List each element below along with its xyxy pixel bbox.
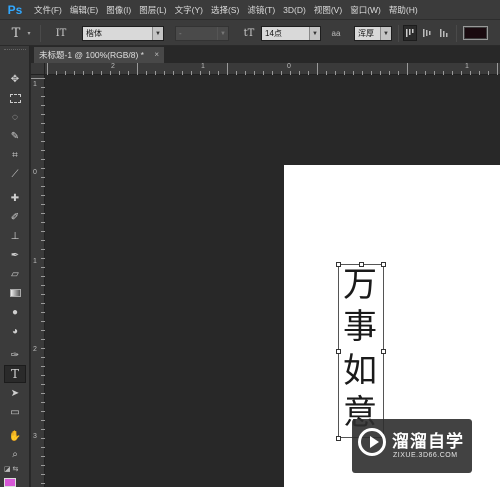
menu-bar: Ps 文件(F) 编辑(E) 图像(I) 图层(L) 文字(Y) 选择(S) 滤… [0,0,500,19]
menu-window[interactable]: 窗口(W) [346,0,385,19]
type-icon[interactable]: T [4,365,26,383]
transform-handle[interactable] [336,349,341,354]
divider [40,25,41,42]
default-colors-icon[interactable]: ◪ ⇆ [4,465,18,473]
horizontal-ruler[interactable]: 2 1 0 1 [45,63,500,75]
document-tab-bar: 未标题-1 @ 100%(RGB/8) * × [31,46,500,63]
toolbox-grip[interactable] [4,49,26,52]
align-center-icon [423,29,431,37]
chevron-down-icon: ▼ [309,27,320,40]
blur-icon[interactable]: ● [4,303,26,321]
chevron-down-icon: ▼ [380,27,391,40]
ruler-origin[interactable] [31,63,45,75]
path-select-icon[interactable]: ➤ [4,384,26,402]
align-bottom-button[interactable] [437,25,451,41]
shape-icon[interactable]: ▭ [4,403,26,421]
font-size-value: 14点 [265,29,282,38]
brush-icon[interactable]: ✐ [4,208,26,226]
antialias-select[interactable]: 浑厚 ▼ [354,26,392,41]
play-logo-icon [358,428,386,456]
menu-3d[interactable]: 3D(D) [279,0,310,19]
ruler-label: 1 [201,63,205,70]
menu-select[interactable]: 选择(S) [207,0,243,19]
align-bottom-icon [440,29,448,37]
ruler-label: 0 [33,169,37,176]
menu-type[interactable]: 文字(Y) [171,0,207,19]
chevron-down-icon: ▼ [152,27,163,40]
history-brush-icon[interactable]: ✒ [4,246,26,264]
ruler-label: 0 [287,63,291,70]
menu-filter[interactable]: 滤镜(T) [243,0,279,19]
text-orientation-icon[interactable]: IT [52,25,70,41]
ruler-label: 3 [33,433,37,440]
marquee-icon[interactable] [4,89,26,107]
zoom-icon[interactable]: ⌕ [4,445,26,463]
toolbox: ✥ ◌ ✎ ⌗ ⟋ ✚ ✐ ⊥ ✒ ▱ ● ◕ ✑ T ➤ ▭ ✋ ⌕ ◪ ⇆ [0,46,30,487]
menu-image[interactable]: 图像(I) [102,0,135,19]
vertical-ruler-ticks [31,78,45,484]
eyedropper-icon[interactable]: ⟋ [4,165,26,183]
align-top-button[interactable] [403,25,417,41]
align-top-icon [406,29,414,37]
font-style-select[interactable]: - ▼ [175,26,229,41]
ruler-label: 1 [33,258,37,265]
type-tool-preset-icon[interactable]: T [8,25,24,41]
ruler-label: 1 [33,81,37,88]
transform-handle[interactable] [336,436,341,441]
canvas-text-char: 万 [343,265,377,305]
font-style-value: - [179,29,182,38]
preset-chevron-down-icon[interactable]: ▾ [25,28,33,38]
ruler-label: 2 [111,63,115,70]
transform-handle[interactable] [381,262,386,267]
menu-file[interactable]: 文件(F) [30,0,66,19]
font-size-icon: tT [243,27,255,39]
gradient-icon[interactable] [4,284,26,302]
font-family-select[interactable]: 楷体 ▼ [82,26,164,41]
font-size-select[interactable]: 14点 ▼ [261,26,321,41]
menu-layer[interactable]: 图层(L) [135,0,170,19]
text-color-swatch[interactable] [463,26,488,40]
font-family-value: 楷体 [86,29,102,38]
eraser-icon[interactable]: ▱ [4,265,26,283]
crop-icon[interactable]: ⌗ [4,146,26,164]
watermark: 溜溜自学 ZIXUE.3D66.COM [352,419,472,473]
document-tab[interactable]: 未标题-1 @ 100%(RGB/8) * × [34,47,164,63]
quick-select-icon[interactable]: ✎ [4,127,26,145]
options-bar: T ▾ IT 楷体 ▼ - ▼ tT 14点 ▼ aa 浑厚 ▼ [0,19,500,46]
watermark-url: ZIXUE.3D66.COM [393,452,458,459]
move-icon[interactable]: ✥ [4,70,26,88]
transform-handle[interactable] [336,262,341,267]
lasso-icon[interactable]: ◌ [4,108,26,126]
chevron-down-icon: ▼ [217,27,228,40]
menu-view[interactable]: 视图(V) [310,0,346,19]
canvas-text-char: 如 [343,351,377,391]
antialias-value: 浑厚 [358,29,374,38]
close-icon[interactable]: × [154,50,159,59]
photoshop-logo: Ps [7,2,23,17]
dodge-icon[interactable]: ◕ [4,322,26,340]
text-color-fill [465,28,486,38]
stamp-icon[interactable]: ⊥ [4,227,26,245]
antialias-icon: aa [331,28,341,38]
vertical-ruler[interactable]: 1 0 1 2 3 [31,75,45,487]
divider [398,25,399,42]
canvas-text-char: 事 [343,307,377,347]
menu-edit[interactable]: 编辑(E) [66,0,102,19]
healing-icon[interactable]: ✚ [4,189,26,207]
watermark-title: 溜溜自学 [392,432,464,452]
menu-help[interactable]: 帮助(H) [385,0,422,19]
ruler-label: 2 [33,346,37,353]
foreground-color-swatch[interactable] [4,478,16,487]
divider [456,25,457,42]
align-center-button[interactable] [420,25,434,41]
ruler-label: 1 [465,63,469,70]
pen-icon[interactable]: ✑ [4,346,26,364]
hand-icon[interactable]: ✋ [4,427,26,445]
document-tab-title: 未标题-1 @ 100%(RGB/8) * [39,50,144,60]
